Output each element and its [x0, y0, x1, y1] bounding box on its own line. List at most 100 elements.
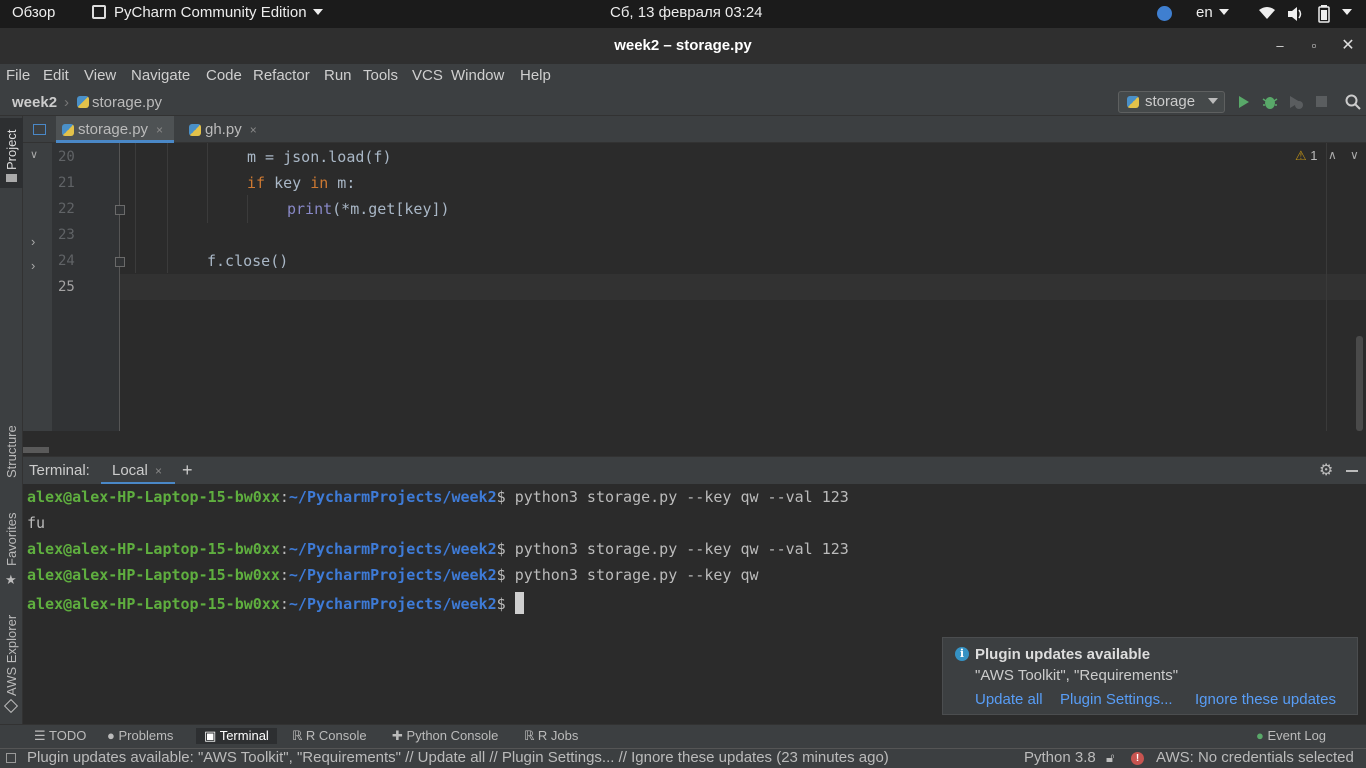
indent-guide	[207, 143, 208, 223]
prompt-path: ~/PycharmProjects/week2	[288, 488, 497, 506]
chevron-down-icon[interactable]: ∨	[1350, 148, 1359, 162]
builtin: print	[287, 200, 333, 218]
language-indicator[interactable]: en	[1196, 4, 1229, 21]
menu-vcs[interactable]: VCS	[412, 67, 443, 84]
fold-marker-icon[interactable]	[115, 257, 125, 267]
menu-code[interactable]: Code	[206, 67, 242, 84]
terminal-tab-local[interactable]: Local ×	[101, 457, 175, 485]
left-tool-window-strip: Project Structure Favorites ★ AWS Explor…	[0, 116, 23, 724]
caret-down-icon	[1208, 98, 1219, 104]
aws-status[interactable]: AWS: No credentials selected	[1156, 749, 1354, 766]
terminal-label: Terminal:	[29, 462, 90, 479]
code-editor[interactable]: 20 21 22 23 24 25 m = json.load(f) if ke…	[52, 143, 1366, 431]
run-configuration-label: storage	[1145, 93, 1196, 110]
menu-help[interactable]: Help	[520, 67, 551, 84]
r-jobs-icon: ℝ	[524, 728, 535, 743]
menu-file[interactable]: File	[6, 67, 30, 84]
tab-storage-py[interactable]: storage.py ×	[56, 116, 174, 143]
debug-icon[interactable]	[1262, 94, 1278, 110]
menu-edit[interactable]: Edit	[43, 67, 69, 84]
structure-tool-button[interactable]: Structure	[0, 416, 23, 496]
tool-tab-terminal[interactable]: ▣ Terminal	[196, 728, 277, 744]
info-icon: i	[955, 647, 969, 661]
menu-tools[interactable]: Tools	[363, 67, 398, 84]
close-tab-icon[interactable]: ×	[156, 123, 163, 137]
keyword: in	[310, 174, 329, 192]
tool-label-favorites: Favorites	[4, 512, 19, 566]
tab-gh-py[interactable]: gh.py ×	[183, 116, 267, 143]
menu-navigate[interactable]: Navigate	[131, 67, 190, 84]
close-tab-icon[interactable]: ×	[250, 123, 257, 137]
aws-explorer-tool-button[interactable]: AWS Explorer	[0, 606, 23, 716]
lock-icon[interactable]: 🔓︎	[1106, 750, 1114, 766]
status-message[interactable]: Plugin updates available: "AWS Toolkit",…	[27, 749, 889, 766]
wifi-icon[interactable]	[1258, 6, 1276, 20]
editor-horizontal-scrollbar[interactable]	[23, 431, 1366, 456]
menu-refactor[interactable]: Refactor	[253, 67, 310, 84]
gear-icon[interactable]: ⚙	[1319, 460, 1333, 480]
right-margin-guide	[1326, 143, 1327, 431]
tool-tab-label: TODO	[49, 728, 87, 743]
search-everywhere-icon[interactable]	[1345, 94, 1361, 110]
tool-tab-r-console[interactable]: ℝ R Console	[292, 728, 367, 744]
status-bar: Plugin updates available: "AWS Toolkit",…	[0, 748, 1366, 768]
hide-panel-icon[interactable]	[1346, 470, 1358, 472]
event-log-button[interactable]: ● Event Log	[1256, 728, 1326, 743]
chevron-right-icon[interactable]: ›	[31, 258, 35, 273]
code-line-20: m = json.load(f)	[247, 148, 392, 166]
tool-tab-label: R Console	[305, 728, 367, 743]
favorites-tool-button[interactable]: Favorites ★	[0, 512, 23, 594]
inspection-widget[interactable]: ⚠ 1	[1295, 148, 1318, 164]
app-menu[interactable]: PyCharm Community Edition	[92, 4, 323, 21]
close-tab-icon[interactable]: ×	[155, 464, 162, 478]
toggle-tool-windows-icon[interactable]	[6, 753, 16, 763]
prompt-symbol: $	[496, 488, 515, 506]
tool-tab-problems[interactable]: ● Problems	[107, 728, 173, 743]
system-top-bar: Обзор PyCharm Community Edition Сб, 13 ф…	[0, 0, 1366, 28]
run-with-coverage-icon[interactable]	[1288, 94, 1304, 110]
system-menu[interactable]	[1336, 4, 1352, 21]
chevron-right-icon[interactable]: ›	[31, 234, 35, 249]
python-file-icon	[189, 124, 201, 136]
minimize-button[interactable]: –	[1270, 28, 1290, 64]
breadcrumb-file[interactable]: storage.py	[92, 94, 162, 111]
code-text: m:	[328, 174, 356, 192]
horizontal-scroll-thumb[interactable]	[23, 447, 49, 453]
run-icon[interactable]	[1238, 95, 1250, 109]
close-window-button[interactable]: ✕	[1338, 28, 1358, 64]
maximize-button[interactable]: ▫	[1304, 28, 1324, 64]
globe-icon[interactable]	[1157, 6, 1172, 21]
chevron-up-icon[interactable]: ∧	[1328, 148, 1337, 162]
tab-overview-icon[interactable]	[33, 124, 46, 135]
breadcrumb-project[interactable]: week2	[12, 94, 57, 111]
stop-icon[interactable]	[1316, 96, 1327, 107]
plugin-settings-link[interactable]: Plugin Settings...	[1060, 691, 1173, 708]
tab-label: gh.py	[205, 121, 242, 138]
fold-marker-icon[interactable]	[115, 205, 125, 215]
new-terminal-button[interactable]: +	[182, 460, 193, 481]
ignore-updates-link[interactable]: Ignore these updates	[1195, 691, 1336, 708]
indent-guide	[247, 195, 248, 223]
tool-tab-r-jobs[interactable]: ℝ R Jobs	[524, 728, 578, 744]
menu-view[interactable]: View	[84, 67, 116, 84]
line-number: 21	[58, 175, 75, 191]
menu-window[interactable]: Window	[451, 67, 504, 84]
battery-icon[interactable]	[1318, 5, 1330, 23]
error-icon: !	[1131, 752, 1144, 765]
tool-tab-python-console[interactable]: ✚ Python Console	[392, 728, 498, 744]
editor-scrollbar[interactable]	[1356, 336, 1363, 431]
run-configuration-select[interactable]: storage	[1118, 91, 1225, 113]
window-title-bar: week2 – storage.py – ▫ ✕	[0, 28, 1366, 64]
menu-run[interactable]: Run	[324, 67, 352, 84]
chevron-down-icon[interactable]: ∨	[30, 148, 38, 161]
notification-title: Plugin updates available	[975, 646, 1151, 663]
breadcrumb-separator-icon: ›	[64, 94, 69, 111]
python-interpreter[interactable]: Python 3.8	[1024, 749, 1096, 766]
clock[interactable]: Сб, 13 февраля 03:24	[610, 4, 763, 21]
project-tool-button[interactable]: Project	[0, 118, 23, 188]
activities-button[interactable]: Обзор	[12, 4, 55, 21]
warning-icon: ⚠	[1295, 148, 1307, 163]
tool-tab-todo[interactable]: ☰ TODO	[34, 728, 86, 744]
update-all-link[interactable]: Update all	[975, 691, 1043, 708]
volume-icon[interactable]	[1287, 6, 1305, 22]
